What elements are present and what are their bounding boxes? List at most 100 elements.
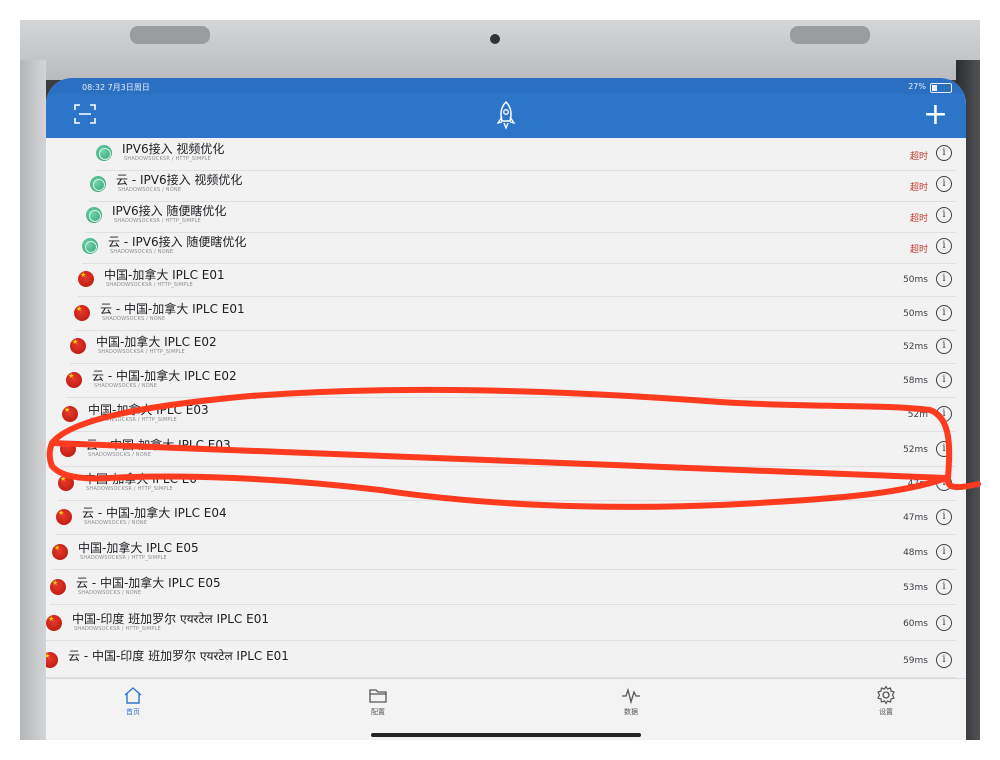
info-icon[interactable]: i bbox=[936, 338, 952, 354]
info-icon[interactable]: i bbox=[936, 176, 952, 192]
info-icon[interactable]: i bbox=[936, 441, 952, 457]
server-row[interactable]: 云 - 中国-加拿大 IPLC E01SHADOWSOCKS / NONE 50m… bbox=[74, 298, 956, 331]
server-protocol: SHADOWSOCKS / NONE bbox=[102, 316, 166, 322]
tab-settings-label: 设置 bbox=[879, 708, 893, 716]
server-row[interactable]: 中国-加拿大 IPLC E02SHADOWSOCKSR / HTTP_SIMPL… bbox=[70, 331, 956, 364]
server-row[interactable]: 云 - 中国-加拿大 IPLC E03SHADOWSOCKS / NONE 52m… bbox=[60, 434, 956, 467]
china-flag-icon bbox=[74, 305, 90, 321]
ipad-case-left bbox=[20, 60, 46, 740]
server-protocol: SHADOWSOCKS / NONE bbox=[78, 590, 142, 596]
server-name: IPV6接入 随便瞎优化 bbox=[112, 204, 227, 218]
rocket-icon[interactable] bbox=[494, 100, 518, 130]
china-flag-icon bbox=[46, 652, 58, 668]
info-icon[interactable]: i bbox=[936, 238, 952, 254]
server-row[interactable]: IPV6接入 视频优化 SHADOWSOCKSR / HTTP_SIMPLE 超时 i bbox=[96, 138, 956, 171]
tab-settings[interactable]: 设置 bbox=[856, 685, 916, 717]
server-protocol: SHADOWSOCKSR / HTTP_SIMPLE bbox=[74, 626, 161, 632]
server-name: 云 - IPV6接入 视频优化 bbox=[116, 173, 243, 187]
server-name: 中国-加拿大 IPLC E0 bbox=[84, 472, 198, 486]
folder-icon bbox=[369, 689, 387, 703]
latency-label: 59ms bbox=[903, 656, 928, 666]
server-row[interactable]: 云 - 中国-印度 班加罗尔 एयरटेल IPLC E01 59ms i bbox=[46, 645, 956, 678]
server-row[interactable]: 云 - IPV6接入 视频优化 SHADOWSOCKS / NONE 超时 i bbox=[90, 169, 956, 202]
info-icon[interactable]: i bbox=[936, 615, 952, 631]
server-row[interactable]: 中国-加拿大 IPLC E0SHADOWSOCKSR / HTTP_SIMPLE… bbox=[58, 468, 956, 501]
server-protocol: SHADOWSOCKSR / HTTP_SIMPLE bbox=[90, 417, 177, 423]
server-name: IPV6接入 视频优化 bbox=[122, 142, 225, 156]
server-protocol: SHADOWSOCKS / NONE bbox=[110, 249, 174, 255]
server-name: 云 - 中国-加拿大 IPLC E04 bbox=[82, 506, 227, 520]
china-flag-icon bbox=[70, 338, 86, 354]
server-row[interactable]: 云 - IPV6接入 随便瞎优化 SHADOWSOCKS / NONE 超时 i bbox=[82, 231, 956, 264]
info-icon[interactable]: i bbox=[936, 579, 952, 595]
server-protocol: SHADOWSOCKSR / HTTP_SIMPLE bbox=[106, 282, 193, 288]
info-icon[interactable]: i bbox=[936, 406, 952, 422]
home-indicator bbox=[371, 733, 641, 737]
server-protocol: SHADOWSOCKSR / HTTP_SIMPLE bbox=[98, 349, 185, 355]
info-icon[interactable]: i bbox=[936, 544, 952, 560]
gear-icon bbox=[877, 685, 895, 705]
latency-label: 超时 bbox=[909, 245, 928, 255]
info-icon[interactable]: i bbox=[936, 305, 952, 321]
info-icon[interactable]: i bbox=[936, 207, 952, 223]
tab-config[interactable]: 配置 bbox=[348, 685, 408, 717]
server-row[interactable]: 中国-加拿大 IPLC E01SHADOWSOCKSR / HTTP_SIMPL… bbox=[78, 264, 956, 297]
server-name: 云 - 中国-加拿大 IPLC E05 bbox=[76, 576, 221, 590]
latency-label: 52ms bbox=[903, 445, 928, 455]
server-row[interactable]: 中国-加拿大 IPLC E05SHADOWSOCKSR / HTTP_SIMPL… bbox=[52, 537, 956, 570]
latency-label: 47m bbox=[907, 479, 928, 489]
latency-label: 47ms bbox=[903, 513, 928, 523]
info-icon[interactable]: i bbox=[936, 271, 952, 287]
latency-label: 48ms bbox=[903, 548, 928, 558]
china-flag-icon bbox=[66, 372, 82, 388]
server-row[interactable]: IPV6接入 随便瞎优化 SHADOWSOCKSR / HTTP_SIMPLE 超时… bbox=[86, 200, 956, 233]
server-name: 中国-印度 班加罗尔 एयरटेल IPLC E01 bbox=[72, 612, 269, 626]
app-screen: 08:32 7月3日周日 27% + IPV6接入 视频优化 SHADOWSOC… bbox=[46, 78, 966, 740]
china-flag-icon bbox=[62, 406, 78, 422]
server-protocol: SHADOWSOCKSR / HTTP_SIMPLE bbox=[114, 218, 201, 224]
battery-percent: 27% bbox=[908, 82, 926, 91]
latency-label: 52m bbox=[907, 410, 928, 420]
latency-label: 52ms bbox=[903, 342, 928, 352]
server-name: 云 - 中国-加拿大 IPLC E01 bbox=[100, 302, 245, 316]
server-protocol: SHADOWSOCKS / NONE bbox=[84, 520, 148, 526]
server-list: IPV6接入 视频优化 SHADOWSOCKSR / HTTP_SIMPLE 超时 i… bbox=[46, 138, 966, 698]
server-row[interactable]: 云 - 中国-加拿大 IPLC E04SHADOWSOCKS / NONE 47m… bbox=[56, 502, 956, 535]
nav-bar: + bbox=[46, 94, 966, 138]
info-icon[interactable]: i bbox=[936, 652, 952, 668]
info-icon[interactable]: i bbox=[936, 145, 952, 161]
china-flag-icon bbox=[52, 544, 68, 560]
info-icon[interactable]: i bbox=[936, 509, 952, 525]
server-protocol: SHADOWSOCKS / NONE bbox=[94, 383, 158, 389]
china-flag-icon bbox=[50, 579, 66, 595]
info-icon[interactable]: i bbox=[936, 475, 952, 491]
status-time: 08:32 7月3日周日 bbox=[82, 83, 150, 92]
status-bar: 08:32 7月3日周日 27% bbox=[46, 78, 966, 94]
tab-bar: 首页 配置 数据 设置 bbox=[46, 678, 966, 740]
ipad-case-top bbox=[20, 20, 980, 80]
tab-data-label: 数据 bbox=[624, 708, 638, 716]
add-server-button[interactable]: + bbox=[923, 98, 948, 132]
info-icon[interactable]: i bbox=[936, 372, 952, 388]
server-name: 云 - 中国-加拿大 IPLC E02 bbox=[92, 369, 237, 383]
battery-icon bbox=[930, 83, 952, 93]
server-row[interactable]: 云 - 中国-加拿大 IPLC E05SHADOWSOCKS / NONE 53m… bbox=[50, 572, 956, 605]
server-row[interactable]: 中国-加拿大 IPLC E03SHADOWSOCKSR / HTTP_SIMPL… bbox=[62, 399, 956, 432]
tab-config-label: 配置 bbox=[371, 708, 385, 716]
server-name: 云 - 中国-印度 班加罗尔 एयरटेल IPLC E01 bbox=[68, 649, 289, 663]
server-name: 中国-加拿大 IPLC E03 bbox=[88, 403, 209, 417]
tab-home[interactable]: 首页 bbox=[103, 685, 163, 717]
server-row[interactable]: 云 - 中国-加拿大 IPLC E02SHADOWSOCKS / NONE 58m… bbox=[66, 365, 956, 398]
server-row[interactable]: 中国-印度 班加罗尔 एयरटेल IPLC E01SHADOWSOCKSR /… bbox=[46, 608, 956, 641]
latency-label: 50ms bbox=[903, 275, 928, 285]
latency-label: 53ms bbox=[903, 583, 928, 593]
tab-data[interactable]: 数据 bbox=[601, 685, 661, 717]
server-protocol: SHADOWSOCKSR / HTTP_SIMPLE bbox=[124, 156, 211, 162]
waveform-icon bbox=[622, 687, 640, 705]
globe-icon bbox=[90, 176, 106, 192]
qr-scan-icon[interactable] bbox=[74, 104, 96, 124]
server-protocol: SHADOWSOCKSR / HTTP_SIMPLE bbox=[80, 555, 167, 561]
china-flag-icon bbox=[58, 475, 74, 491]
latency-label: 超时 bbox=[909, 152, 928, 162]
globe-icon bbox=[96, 145, 112, 161]
